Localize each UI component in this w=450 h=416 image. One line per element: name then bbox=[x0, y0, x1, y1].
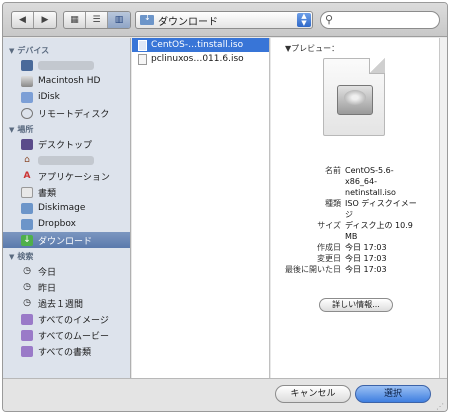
preview-title[interactable]: ▼プレビュー： bbox=[285, 43, 339, 54]
iso-file-icon bbox=[138, 39, 147, 51]
preview-scrollbar[interactable] bbox=[439, 38, 447, 378]
file-row[interactable]: CentOS-…tinstall.iso bbox=[132, 38, 269, 52]
disclosure-triangle-icon: ▼ bbox=[9, 125, 15, 134]
sidebar-item-diskimage[interactable]: Diskimage bbox=[3, 200, 130, 216]
smart-folder-icon bbox=[21, 345, 33, 357]
sidebar-item-all-movies[interactable]: すべてのムービー bbox=[3, 327, 130, 343]
clock-icon: ◷ bbox=[23, 282, 31, 292]
sidebar-item-past-week[interactable]: ◷ 過去１週間 bbox=[3, 295, 130, 311]
column-view-icon: ▥ bbox=[114, 15, 124, 25]
info-row: 名前 CentOS-5.6- bbox=[325, 166, 394, 175]
info-row: x86_64- bbox=[345, 177, 377, 186]
sidebar-header-places[interactable]: ▼ 場所 bbox=[3, 123, 130, 136]
sidebar-item-all-documents[interactable]: すべての書類 bbox=[3, 343, 130, 359]
sidebar-item-yesterday[interactable]: ◷ 昨日 bbox=[3, 279, 130, 295]
sidebar-item-all-images[interactable]: すべてのイメージ bbox=[3, 311, 130, 327]
hard-drive-icon bbox=[337, 85, 373, 115]
info-row: netinstall.iso bbox=[345, 188, 396, 197]
sidebar-item-macintosh-hd[interactable]: Macintosh HD bbox=[3, 73, 130, 89]
cancel-button[interactable]: キャンセル bbox=[275, 385, 351, 403]
more-info-button[interactable]: 詳しい情報... bbox=[319, 298, 393, 312]
forward-button[interactable]: ▶ bbox=[34, 12, 56, 28]
desktop-icon bbox=[21, 138, 33, 150]
sidebar-item-downloads[interactable]: ↓ ダウンロード bbox=[3, 232, 130, 248]
info-row: 作成日 今日 17:03 bbox=[317, 243, 387, 252]
sidebar-item-today[interactable]: ◷ 今日 bbox=[3, 263, 130, 279]
downloads-icon: ↓ bbox=[21, 234, 33, 246]
downloads-folder-icon bbox=[140, 13, 154, 25]
sidebar-header-devices[interactable]: ▼ デバイス bbox=[3, 44, 130, 57]
file-column: CentOS-…tinstall.iso pclinuxos…011.6.iso bbox=[132, 38, 270, 378]
history-nav: ◀ ▶ bbox=[11, 11, 57, 29]
redacted-computer-name bbox=[38, 60, 94, 70]
folder-icon bbox=[21, 202, 33, 214]
applications-icon: A bbox=[23, 171, 31, 181]
drive-platter bbox=[344, 90, 366, 105]
open-file-dialog: ◀ ▶ ▦ ☰ ▥ ダウンロード ▲▼ ⚲ ▼デバイス Macintosh HD… bbox=[2, 2, 448, 412]
dialog-footer: キャンセル 選択 ⋰ bbox=[3, 378, 447, 411]
forward-arrow-icon: ▶ bbox=[41, 15, 49, 25]
sidebar-item-documents[interactable]: 書類 bbox=[3, 184, 130, 200]
sidebar-item-remote-disc[interactable]: リモートディスク bbox=[3, 105, 130, 121]
resize-grip-icon[interactable]: ⋰ bbox=[436, 402, 444, 411]
search-input[interactable] bbox=[320, 11, 440, 29]
sidebar-item-idisk[interactable]: iDisk bbox=[3, 89, 130, 105]
preview-pane: ▼プレビュー： 名前 CentOS-5.6- x86_64- netinstall… bbox=[271, 38, 439, 378]
toolbar: ◀ ▶ ▦ ☰ ▥ ダウンロード ▲▼ ⚲ bbox=[3, 3, 447, 37]
location-label: ダウンロード bbox=[158, 16, 218, 28]
hard-drive-icon bbox=[21, 75, 33, 87]
idisk-icon bbox=[21, 91, 33, 103]
file-info: 名前 CentOS-5.6- x86_64- netinstall.iso 種類 I… bbox=[271, 165, 439, 275]
info-row: 変更日 今日 17:03 bbox=[317, 254, 387, 263]
home-icon: ⌂ bbox=[24, 155, 30, 165]
info-row: MB bbox=[345, 232, 358, 241]
disk-image-document-icon bbox=[323, 58, 385, 136]
popup-stepper-icon: ▲ ▼ bbox=[297, 13, 311, 27]
choose-button[interactable]: 選択 bbox=[355, 385, 431, 403]
sidebar-item-dropbox[interactable]: Dropbox bbox=[3, 216, 130, 232]
back-button[interactable]: ◀ bbox=[12, 12, 34, 28]
page-fold bbox=[369, 58, 385, 74]
sidebar-item-home[interactable]: ⌂ bbox=[3, 152, 130, 168]
sidebar-item-desktop[interactable]: デスクトップ bbox=[3, 136, 130, 152]
sidebar: ▼ デバイス Macintosh HD iDisk リモートディスク ▼ 場所 デス… bbox=[3, 38, 131, 378]
display-icon bbox=[21, 59, 33, 71]
file-row[interactable]: pclinuxos…011.6.iso bbox=[132, 52, 269, 66]
folder-icon bbox=[21, 218, 33, 230]
smart-folder-icon bbox=[21, 313, 33, 325]
clock-icon: ◷ bbox=[23, 266, 31, 276]
sidebar-header-search[interactable]: ▼ 検索 bbox=[3, 250, 130, 263]
search-icon: ⚲ bbox=[325, 13, 334, 26]
info-row: 種類 ISO ディスクイメー bbox=[325, 199, 417, 208]
sidebar-item-applications[interactable]: A アプリケーション bbox=[3, 168, 130, 184]
back-arrow-icon: ◀ bbox=[19, 15, 26, 25]
icon-view-button[interactable]: ▦ bbox=[64, 12, 86, 28]
location-popup[interactable]: ダウンロード ▲▼ bbox=[135, 11, 313, 29]
sidebar-item-computer[interactable] bbox=[3, 57, 130, 73]
remote-disc-icon bbox=[21, 107, 33, 119]
clock-icon: ◷ bbox=[23, 298, 31, 308]
list-view-button[interactable]: ☰ bbox=[86, 12, 108, 28]
column-view-button[interactable]: ▥ bbox=[108, 12, 130, 28]
smart-folder-icon bbox=[21, 329, 33, 341]
disclosure-triangle-icon: ▼ bbox=[9, 46, 15, 55]
redacted-home-name bbox=[38, 155, 94, 165]
info-row: ジ bbox=[345, 210, 353, 219]
list-view-icon: ☰ bbox=[92, 15, 101, 25]
view-mode-switcher: ▦ ☰ ▥ bbox=[63, 11, 131, 29]
icon-view-icon: ▦ bbox=[70, 15, 79, 25]
info-row: 最後に開いた日 今日 17:03 bbox=[285, 265, 387, 274]
iso-file-icon bbox=[138, 53, 147, 65]
info-row: サイズ ディスク上の 10.9 bbox=[317, 221, 413, 230]
disclosure-triangle-icon: ▼ bbox=[9, 252, 15, 261]
documents-icon bbox=[21, 186, 33, 198]
